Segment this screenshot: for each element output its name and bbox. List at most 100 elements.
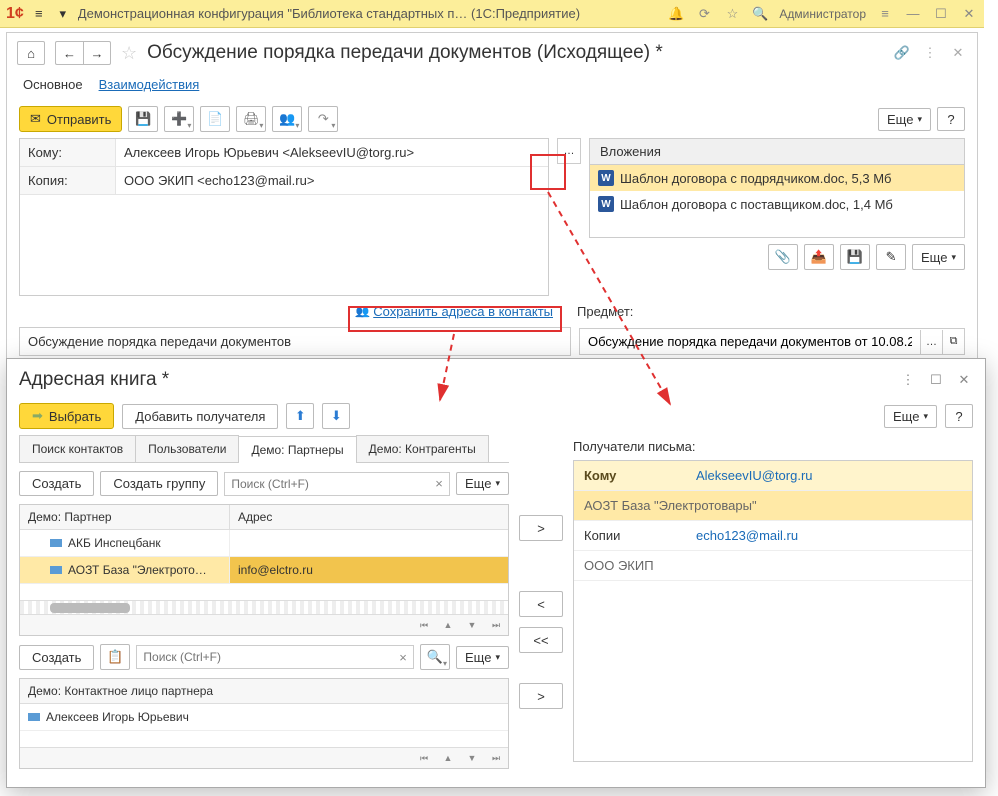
table-row[interactable]: Алексеев Игорь Юрьевич [20,704,508,731]
envelope-icon: ✉ [30,111,41,127]
app-title: Демонстрационная конфигурация "Библиотек… [78,6,662,21]
nav-last-icon[interactable]: ⏭ [486,617,506,633]
nav-first-icon[interactable]: ⏮ [414,617,434,633]
nav-prev-icon[interactable]: ▲ [438,617,458,633]
recip-cc-val: echo123@mail.ru [686,521,972,550]
recip-row-cc[interactable]: Копии echo123@mail.ru [574,521,972,551]
favorite-icon[interactable]: ☆ [121,43,137,64]
close-doc-icon[interactable]: ✕ [949,44,967,62]
subject-input[interactable] [580,329,920,354]
attach-box-button[interactable]: 📤 [804,244,834,270]
contact-search-button[interactable]: 🔍 [420,644,450,670]
addr-kebab-icon[interactable]: ⋮ [899,371,917,389]
recip-row-to-name[interactable]: АОЗТ База "Электротовары" [574,491,972,521]
search-input[interactable] [225,473,429,495]
attach-edit-button[interactable]: ✎ [876,244,906,270]
col-partner[interactable]: Демо: Партнер [20,505,230,529]
move-up-button[interactable]: ⬆ [286,403,314,429]
tab-main[interactable]: Основное [23,77,83,92]
refresh-icon[interactable]: ⟳ [695,5,713,23]
user-label[interactable]: Администратор [779,7,866,21]
cc-value[interactable]: ООО ЭКИП <echo123@mail.ru> [116,167,548,195]
save-button[interactable]: 💾 [128,106,158,132]
help-button[interactable]: ? [937,107,965,131]
contact-search-input[interactable] [137,646,393,668]
tab-users[interactable]: Пользователи [135,435,239,462]
add-button[interactable]: ➕ [164,106,194,132]
addr-more-button[interactable]: Еще▾ [884,405,937,428]
addr-help-button[interactable]: ? [945,404,973,428]
subject-left-input[interactable]: Обсуждение порядка передачи документов [19,327,571,356]
nav-first-icon[interactable]: ⏮ [414,750,434,766]
subject-picker-button[interactable]: … [920,330,942,354]
addr-left-panel: Поиск контактов Пользователи Демо: Партн… [19,435,509,765]
select-button[interactable]: ➡ Выбрать [19,403,114,429]
more-button[interactable]: Еще▾ [878,108,931,131]
remove-all-button[interactable]: << [519,627,563,653]
attach-more-button[interactable]: Еще▾ [912,244,965,270]
nav-last-icon[interactable]: ⏭ [486,750,506,766]
col-address[interactable]: Адрес [230,505,508,529]
attach-clip-button[interactable]: 📎 [768,244,798,270]
close-icon[interactable]: ✕ [960,5,978,23]
move-down-button[interactable]: ⬇ [322,403,350,429]
contact-search-clear-icon[interactable]: × [393,650,413,665]
subject-open-button[interactable]: ⧉ [942,330,964,354]
save-contacts-link[interactable]: 👥 Сохранить адреса в контакты [356,304,553,319]
table-row[interactable]: АКБ Инспецбанк [20,530,508,557]
group-button[interactable]: 👥 [272,106,302,132]
search-clear-icon[interactable]: × [429,476,449,491]
attachment-item[interactable]: W Шаблон договора с поставщиком.doc, 1,4… [590,191,964,217]
to-value[interactable]: Алексеев Игорь Юрьевич <AlekseevIU@torg.… [116,139,548,167]
partners-more-button[interactable]: Еще▾ [456,472,509,495]
send-button[interactable]: ✉ Отправить [19,106,122,132]
forward-button[interactable]: → [83,41,111,65]
contacts-more-button[interactable]: Еще▾ [456,646,509,669]
hamburger-icon[interactable]: ≡ [30,5,48,23]
addr-title: Адресная книга * [19,369,899,391]
home-button[interactable]: ⌂ [17,41,45,65]
address-picker-button[interactable]: … [557,138,581,164]
tab-contractors[interactable]: Демо: Контрагенты [356,435,489,462]
col-contact[interactable]: Демо: Контактное лицо партнера [20,679,508,703]
dropdown-icon[interactable]: ▾ [54,5,72,23]
maximize-icon[interactable]: ☐ [932,5,950,23]
attachments-list: W Шаблон договора с подрядчиком.doc, 5,3… [589,165,965,238]
nav-next-icon[interactable]: ▼ [462,617,482,633]
h-scrollbar[interactable] [20,600,508,614]
print-button[interactable]: 🖨 [236,106,266,132]
remove-from-button[interactable]: < [519,591,563,617]
attachment-item[interactable]: W Шаблон договора с подрядчиком.doc, 5,3… [590,165,964,191]
attachment-name: Шаблон договора с поставщиком.doc, 1,4 М… [620,197,893,212]
tab-partners[interactable]: Демо: Партнеры [238,436,356,463]
kebab-icon[interactable]: ⋮ [921,44,939,62]
forward-action-button[interactable]: ↷ [308,106,338,132]
addr-close-icon[interactable]: ✕ [955,371,973,389]
table-row[interactable]: АОЗТ База "Электрото… info@elctro.ru [20,557,508,584]
copy-button[interactable]: 📄 [200,106,230,132]
create-button[interactable]: Создать [19,471,94,496]
tab-search-contacts[interactable]: Поиск контактов [19,435,136,462]
recip-row-cc-name[interactable]: ООО ЭКИП [574,551,972,581]
star-icon[interactable]: ☆ [723,5,741,23]
link-icon[interactable]: 🔗 [893,44,911,62]
recip-row-to[interactable]: Кому AlekseevIU@torg.ru [574,461,972,491]
add-recipient-button[interactable]: Добавить получателя [122,404,278,429]
create-group-button[interactable]: Создать группу [100,471,218,496]
addr-maximize-icon[interactable]: ☐ [927,371,945,389]
nav-prev-icon[interactable]: ▲ [438,750,458,766]
add-to-button[interactable]: > [519,515,563,541]
attach-save-button[interactable]: 💾 [840,244,870,270]
search-icon[interactable]: 🔍 [751,5,769,23]
copy-contact-button[interactable]: 📋 [100,644,130,670]
back-button[interactable]: ← [55,41,83,65]
recipients-empty[interactable] [20,195,548,295]
tab-interactions[interactable]: Взаимодействия [99,77,200,92]
minimize-icon[interactable]: — [904,5,922,23]
add-to-cc-button[interactable]: > [519,683,563,709]
settings-icon[interactable]: ≡ [876,5,894,23]
create-contact-button[interactable]: Создать [19,645,94,670]
bell-icon[interactable]: 🔔 [667,5,685,23]
attachments-header: Вложения [589,138,965,165]
nav-next-icon[interactable]: ▼ [462,750,482,766]
